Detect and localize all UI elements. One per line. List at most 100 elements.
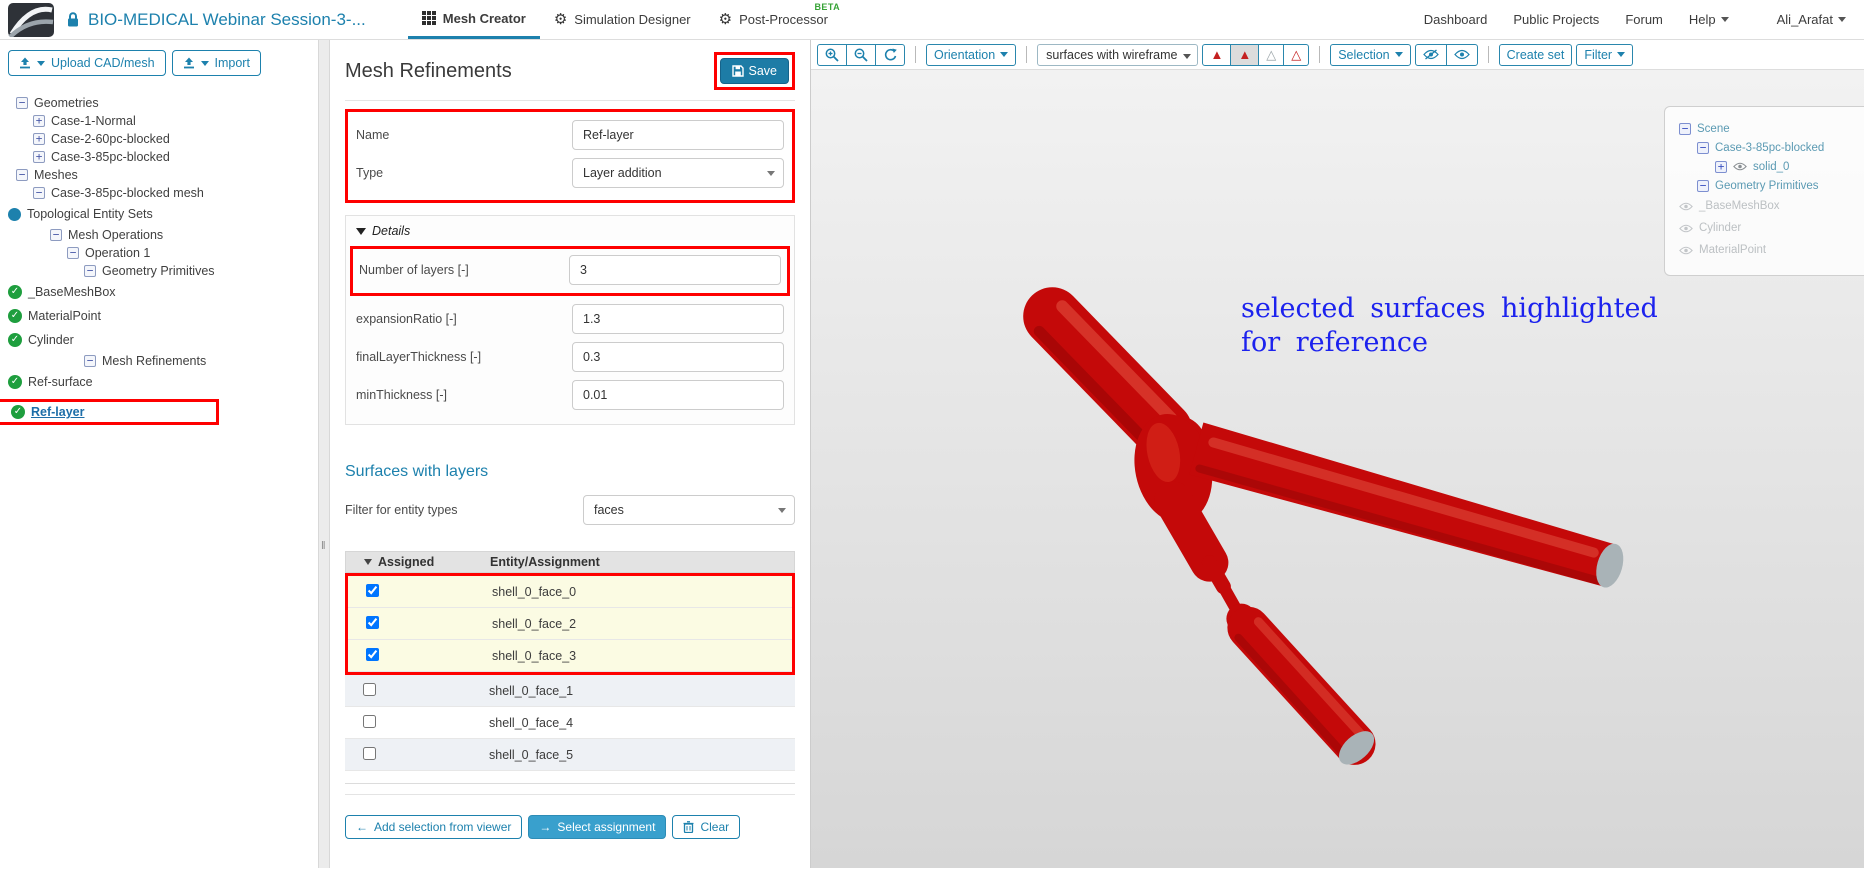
final-layer-thickness-input[interactable] [572, 342, 784, 372]
add-selection-from-viewer-button[interactable]: ← Add selection from viewer [345, 815, 523, 839]
collapse-icon[interactable]: − [33, 187, 45, 199]
row-checkbox[interactable] [366, 647, 379, 661]
eye-icon[interactable] [1679, 246, 1693, 255]
tree-item-case-3[interactable]: + Case-3-85pc-blocked [8, 148, 310, 166]
collapse-triangle-icon[interactable] [356, 227, 366, 235]
min-thickness-label: minThickness [-] [356, 388, 447, 402]
render-mode-select[interactable]: surfaces with wireframe [1037, 43, 1199, 66]
collapse-icon[interactable]: − [84, 355, 96, 367]
create-set-button[interactable]: Create set [1498, 43, 1573, 66]
splitter-grip-icon[interactable]: ‖ [321, 540, 327, 552]
scene-tree-item-case-3[interactable]: − Case-3-85pc-blocked [1679, 138, 1864, 157]
eye-icon[interactable] [1733, 162, 1747, 171]
tree-item-ref-surface[interactable]: ✓ Ref-surface [8, 370, 310, 394]
nav-link-public-projects[interactable]: Public Projects [1513, 12, 1599, 27]
scene-tree-item-scene[interactable]: − Scene [1679, 119, 1864, 138]
viewer-canvas[interactable]: selected surfaces highlighted for refere… [811, 70, 1864, 868]
tab-simulation-designer[interactable]: ⚙ Simulation Designer [540, 0, 705, 39]
gear-icon: ⚙ [718, 11, 733, 28]
nav-link-forum[interactable]: Forum [1625, 12, 1663, 27]
tree-item-topological-entity-sets[interactable]: Topological Entity Sets [8, 202, 310, 226]
row-checkbox[interactable] [363, 714, 376, 728]
type-label: Type [356, 166, 384, 180]
hide-selected-button[interactable] [1414, 43, 1447, 66]
expansion-ratio-input[interactable] [572, 304, 784, 334]
selection-dropdown[interactable]: Selection [1330, 43, 1411, 66]
render-surfaces-wireframe-button[interactable]: ▲ [1230, 43, 1260, 66]
tab-mesh-creator[interactable]: Mesh Creator [407, 0, 540, 39]
render-surfaces-button[interactable]: ▲ [1202, 43, 1232, 66]
table-row[interactable]: shell_0_face_3 [348, 640, 792, 672]
tree-item-basemeshbox[interactable]: ✓ _BaseMeshBox [8, 280, 310, 304]
expand-icon[interactable]: + [33, 151, 45, 163]
min-thickness-input[interactable] [572, 380, 784, 410]
tab-post-processor[interactable]: BETA ⚙ Post-Processor [705, 0, 842, 39]
row-checkbox[interactable] [363, 682, 376, 696]
collapse-icon[interactable]: − [1679, 122, 1691, 135]
table-row[interactable]: shell_0_face_4 [345, 707, 795, 739]
expand-icon[interactable]: + [33, 133, 45, 145]
tree-item-materialpoint[interactable]: ✓ MaterialPoint [8, 304, 310, 328]
tree-item-cylinder[interactable]: ✓ Cylinder [8, 328, 310, 352]
nav-menu-help[interactable]: Help [1689, 12, 1729, 27]
name-input[interactable] [572, 120, 784, 150]
tree-item-geometries[interactable]: − Geometries [8, 94, 310, 112]
row-checkbox[interactable] [366, 615, 379, 629]
table-row[interactable]: shell_0_face_1 [345, 675, 795, 707]
nav-link-dashboard[interactable]: Dashboard [1424, 12, 1488, 27]
select-assignment-button[interactable]: → Select assignment [528, 815, 667, 839]
number-of-layers-input[interactable] [569, 255, 781, 285]
tree-item-operation-1[interactable]: − Operation 1 [8, 244, 310, 262]
tree-item-case-1[interactable]: + Case-1-Normal [8, 112, 310, 130]
selected-item-annotation-box: ✓ Ref-layer [0, 399, 219, 425]
name-type-annotation-box: Name Type Layer addition [345, 109, 795, 203]
row-checkbox[interactable] [366, 583, 379, 597]
collapse-icon[interactable]: − [1697, 141, 1709, 154]
expand-icon[interactable]: + [1715, 160, 1727, 173]
eye-icon[interactable] [1679, 224, 1693, 233]
wireframe-triangle-icon: △ [1266, 47, 1277, 62]
tree-item-meshes[interactable]: − Meshes [8, 166, 310, 184]
type-select[interactable]: Layer addition [572, 158, 784, 188]
upload-cad-mesh-button[interactable]: Upload CAD/mesh [8, 50, 166, 76]
collapse-icon[interactable]: − [84, 265, 96, 277]
expand-icon[interactable]: + [33, 115, 45, 127]
render-points-button[interactable]: △ [1283, 43, 1310, 66]
sort-icon[interactable] [364, 559, 372, 565]
scene-tree-item-geometry-primitives[interactable]: − Geometry Primitives [1679, 176, 1864, 195]
user-menu[interactable]: Ali_Arafat [1777, 12, 1846, 27]
tab-label: Mesh Creator [442, 10, 526, 26]
collapse-icon[interactable]: − [50, 229, 62, 241]
collapse-icon[interactable]: − [16, 97, 28, 109]
tree-item-mesh-refinements[interactable]: − Mesh Refinements [8, 352, 310, 370]
orientation-dropdown[interactable]: Orientation [926, 43, 1017, 66]
scene-tree-item-materialpoint[interactable]: MaterialPoint [1679, 239, 1864, 261]
collapse-icon[interactable]: − [16, 169, 28, 181]
collapse-icon[interactable]: − [1697, 179, 1709, 192]
show-selected-button[interactable] [1445, 43, 1478, 66]
row-checkbox[interactable] [363, 746, 376, 760]
clear-button[interactable]: Clear [672, 815, 741, 839]
filter-dropdown[interactable]: Filter [1576, 43, 1634, 66]
tree-item-geometry-primitives[interactable]: − Geometry Primitives [8, 262, 310, 280]
scene-tree-item-basemeshbox[interactable]: _BaseMeshBox [1679, 195, 1864, 217]
render-wireframe-button[interactable]: △ [1258, 43, 1285, 66]
collapse-icon[interactable]: − [67, 247, 79, 259]
scene-tree-item-solid-0[interactable]: + solid_0 [1679, 157, 1864, 176]
zoom-in-button[interactable] [817, 43, 847, 66]
tree-item-case-3-mesh[interactable]: − Case-3-85pc-blocked mesh [8, 184, 310, 202]
table-row[interactable]: shell_0_face_2 [348, 608, 792, 640]
entity-type-filter-select[interactable]: faces [583, 495, 795, 525]
import-button[interactable]: Import [171, 50, 261, 76]
table-row[interactable]: shell_0_face_5 [345, 739, 795, 771]
tree-item-ref-layer[interactable]: ✓ Ref-layer [0, 394, 310, 430]
table-row[interactable]: shell_0_face_0 [348, 576, 792, 608]
eye-icon[interactable] [1679, 202, 1693, 211]
save-button[interactable]: Save [719, 58, 789, 84]
zoom-out-button[interactable] [846, 43, 876, 66]
tree-item-case-2[interactable]: + Case-2-60pc-blocked [8, 130, 310, 148]
panel-splitter[interactable]: ‖ [318, 40, 330, 868]
scene-tree-item-cylinder[interactable]: Cylinder [1679, 217, 1864, 239]
reset-view-button[interactable] [875, 43, 905, 66]
tree-item-mesh-operations[interactable]: − Mesh Operations [8, 226, 310, 244]
